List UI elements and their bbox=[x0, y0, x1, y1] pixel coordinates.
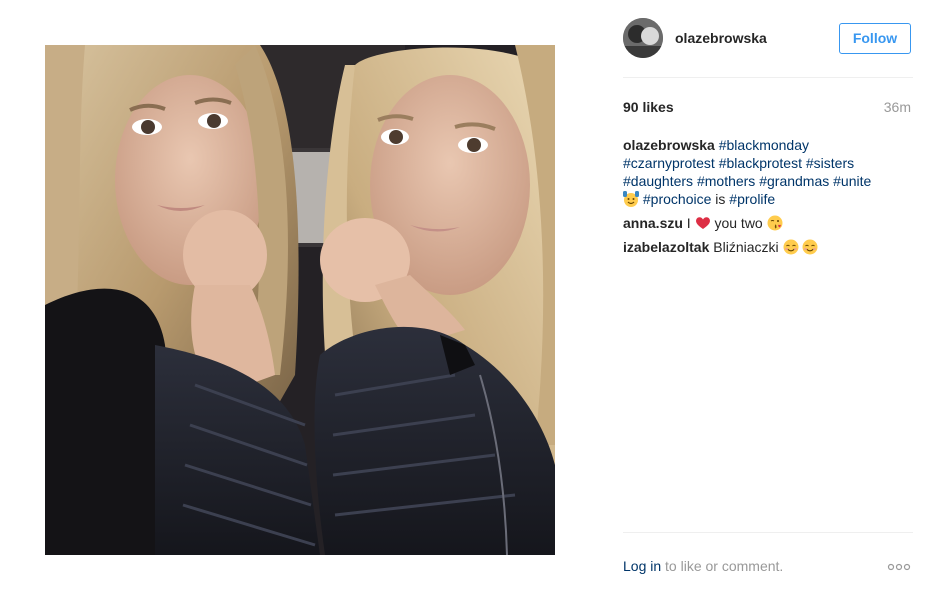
more-options-icon[interactable] bbox=[887, 559, 911, 575]
username-link[interactable]: olazebrowska bbox=[675, 30, 767, 46]
post-timestamp[interactable]: 36m bbox=[884, 99, 911, 115]
hashtag-link[interactable]: #sisters bbox=[806, 155, 854, 171]
divider bbox=[623, 77, 913, 78]
post-header: olazebrowska Follow bbox=[623, 18, 913, 58]
comments-list: olazebrowska #blackmonday #czarnyprotest… bbox=[623, 136, 913, 256]
hashtag-link[interactable]: #blackprotest bbox=[719, 155, 802, 171]
divider bbox=[623, 532, 913, 533]
comment-text: you two bbox=[714, 215, 763, 231]
post-caption: olazebrowska #blackmonday #czarnyprotest… bbox=[623, 136, 913, 208]
hashtag-link[interactable]: #blackmonday bbox=[719, 137, 809, 153]
hashtag-link[interactable]: #prolife bbox=[729, 191, 775, 207]
caption-text: is bbox=[715, 191, 726, 207]
hashtag-link[interactable]: #czarnyprotest bbox=[623, 155, 715, 171]
comment-username[interactable]: izabelazoltak bbox=[623, 239, 709, 255]
smiling-face-emoji bbox=[802, 239, 818, 255]
hashtag-link[interactable]: #prochoice bbox=[643, 191, 712, 207]
heart-icon bbox=[695, 215, 711, 231]
comment-text: Bliźniaczki bbox=[713, 239, 779, 255]
hashtag-link[interactable]: #mothers bbox=[697, 173, 755, 189]
follow-button[interactable]: Follow bbox=[839, 23, 911, 54]
hashtag-link[interactable]: #daughters bbox=[623, 173, 693, 189]
kissing-face-emoji bbox=[767, 215, 783, 231]
raising-hands-emoji bbox=[623, 191, 639, 207]
comment-username[interactable]: anna.szu bbox=[623, 215, 683, 231]
hashtag-link[interactable]: #grandmas bbox=[759, 173, 829, 189]
caption-username[interactable]: olazebrowska bbox=[623, 137, 715, 153]
comment-item: anna.szu I you two bbox=[623, 214, 913, 232]
post-footer: Log in to like or comment. bbox=[623, 558, 913, 576]
post-photo[interactable] bbox=[45, 45, 555, 555]
login-link[interactable]: Log in bbox=[623, 558, 661, 574]
comment-text: I bbox=[686, 215, 691, 231]
hashtag-link[interactable]: #unite bbox=[833, 173, 871, 189]
login-prompt-text: to like or comment. bbox=[665, 558, 784, 574]
comment-item: izabelazoltak Bliźniaczki bbox=[623, 238, 913, 256]
post-sidebar: olazebrowska Follow 90 likes 36m olazebr… bbox=[623, 0, 913, 600]
avatar[interactable] bbox=[623, 18, 663, 58]
smiling-face-emoji bbox=[783, 239, 799, 255]
likes-count[interactable]: 90 likes bbox=[623, 99, 674, 115]
